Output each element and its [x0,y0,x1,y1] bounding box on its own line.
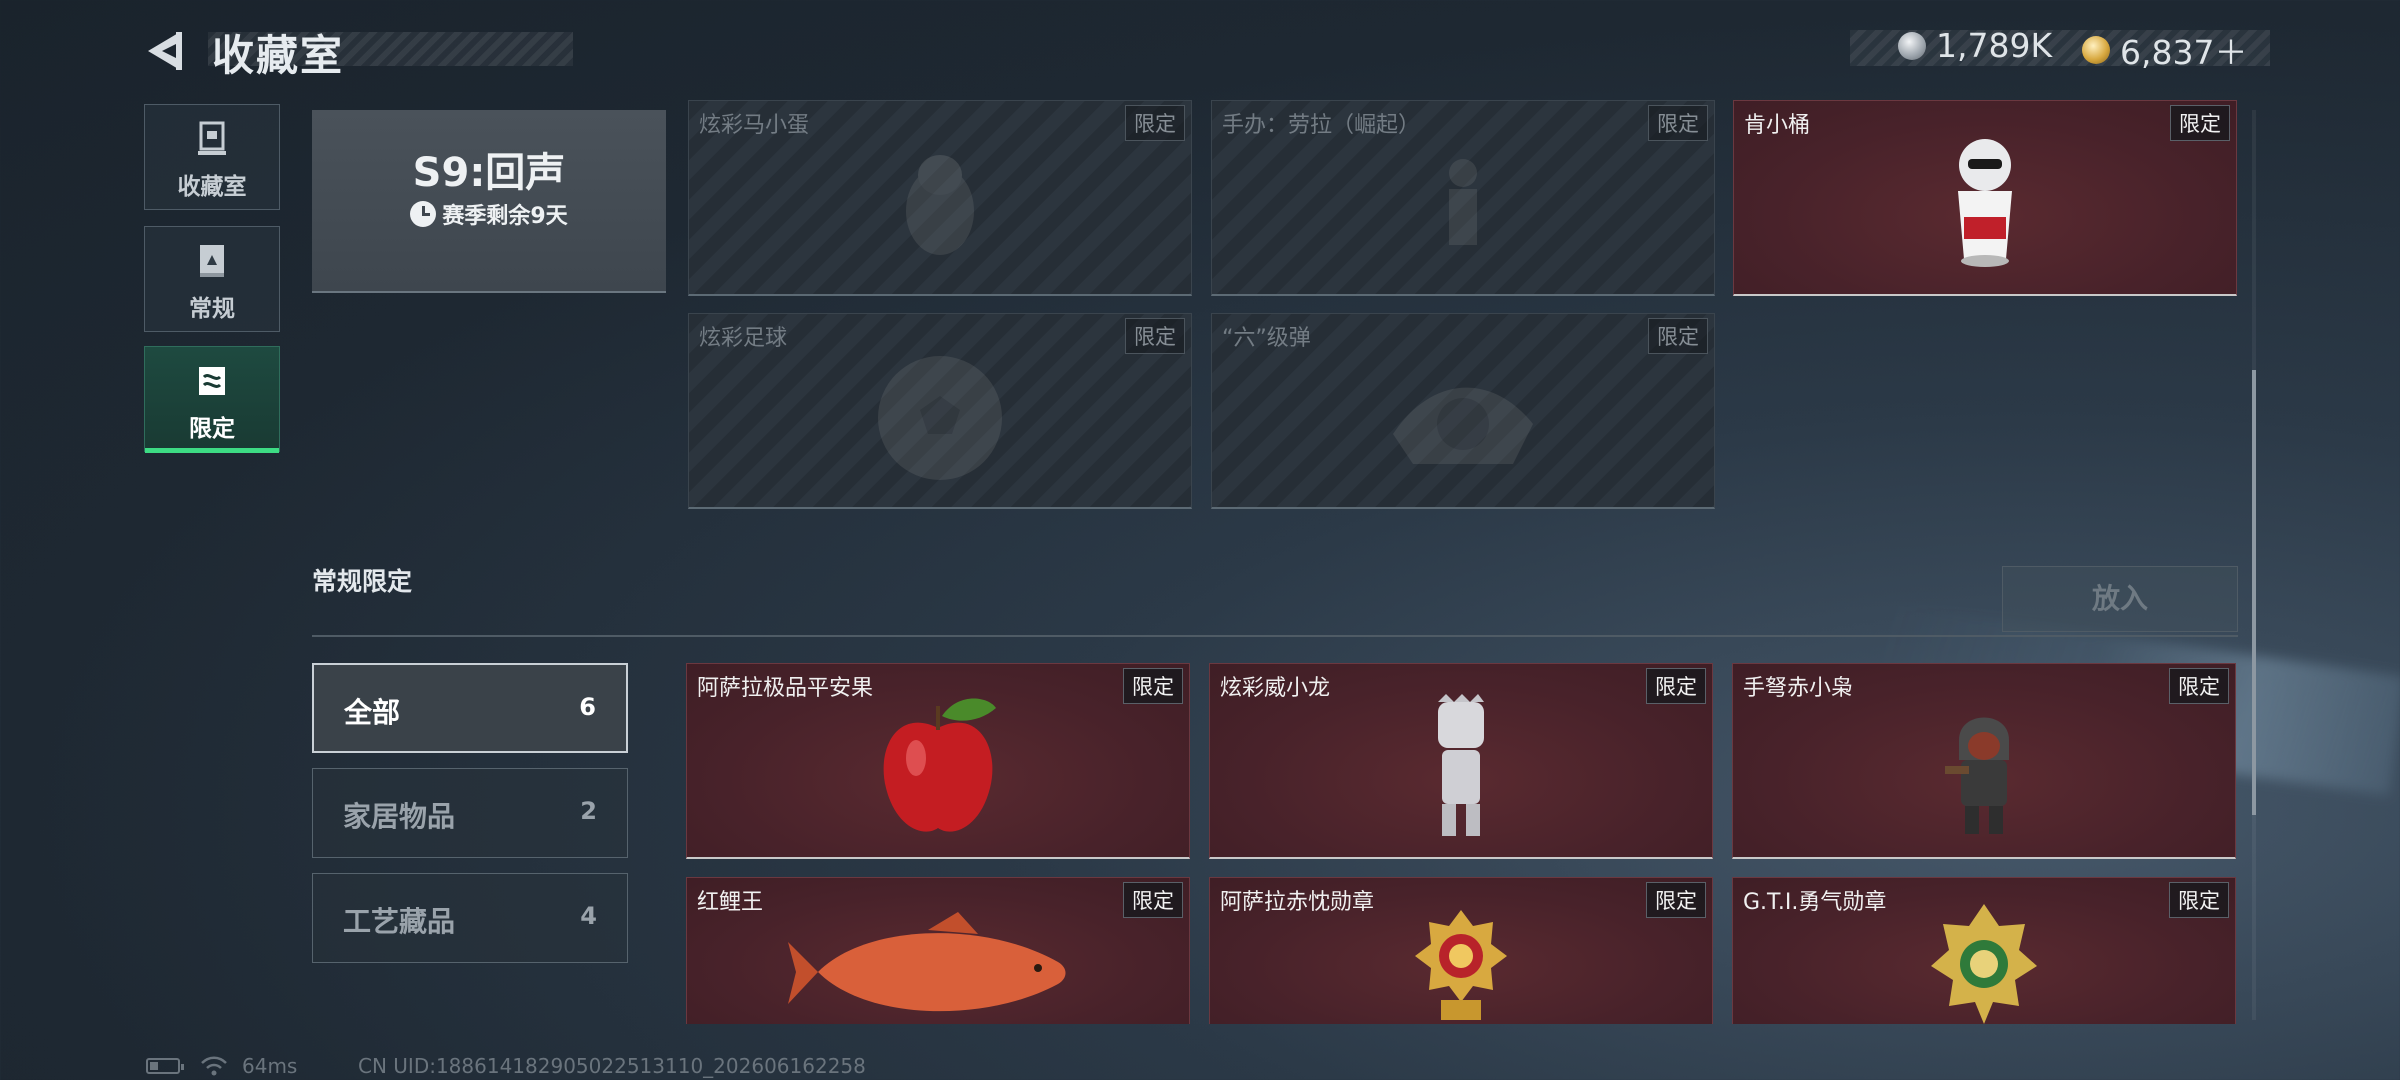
filter-all[interactable]: 全部 6 [312,663,628,753]
clock-icon [410,201,437,227]
crossbow-owl-figure-icon [1945,717,2009,834]
item-card[interactable]: 手弩赤小枭 限定 [1732,663,2236,859]
filter-label: 全部 [344,696,401,729]
koi-fish-icon [788,912,1066,1012]
season-card: S9:回声 赛季剩余9天 [312,110,666,293]
collection-card[interactable]: “六”级弹 限定 [1211,313,1715,509]
collection-card[interactable]: 肯小桶 限定 [1733,100,2237,296]
limited-badge: 限定 [2169,668,2229,704]
silver-amount: 1,789K [1936,26,2053,65]
gold-currency: 6,837＋ [2082,26,2247,74]
limited-icon [199,367,225,395]
filter-count: 2 [580,797,597,825]
back-arrow-icon[interactable] [142,28,188,74]
collection-card[interactable]: 手办：劳拉（崛起） 限定 [1211,100,1715,296]
card-name: G.T.I.勇气勋章 [1743,890,1887,915]
card-name: 肯小桶 [1744,113,1811,138]
limited-badge: 限定 [1646,882,1706,918]
filter-household[interactable]: 家居物品 2 [312,768,628,858]
soccer-ball-icon [878,356,1002,480]
silver-coin-icon [1898,31,1926,60]
card-name: 炫彩足球 [699,326,788,351]
active-indicator [145,448,279,453]
nav-item-limited[interactable]: 限定 [144,346,280,453]
scrollbar-thumb[interactable] [2252,370,2256,815]
figure-icon [1449,159,1477,245]
battery-icon [146,1058,184,1074]
nav-item-regular[interactable]: 常规 [144,226,280,332]
season-remaining-text: 赛季剩余9天 [442,204,568,229]
nav-label: 收藏室 [177,174,247,200]
filter-crafts[interactable]: 工艺藏品 4 [312,873,628,963]
grenade-emblem-icon [1393,387,1533,464]
item-card[interactable]: 阿萨拉极品平安果 限定 [686,663,1190,859]
page-title: 收藏室 [212,31,345,80]
collection-card[interactable]: 炫彩足球 限定 [688,313,1192,509]
nav-label: 常规 [189,296,235,322]
dragon-figure-icon [1438,694,1484,836]
put-in-button[interactable]: 放入 [2002,566,2238,632]
card-name: 炫彩威小龙 [1220,676,1331,701]
card-name: 手办：劳拉（崛起） [1222,113,1421,138]
card-name: 手弩赤小枭 [1743,676,1854,701]
filter-count: 6 [579,693,596,721]
limited-badge: 限定 [1123,668,1183,704]
card-name: 炫彩马小蛋 [699,113,810,138]
filter-count: 4 [580,902,597,930]
season-remaining: 赛季剩余9天 [312,198,666,230]
trophy-icon [198,121,226,155]
uid-text: CN UID:188614182905022513110_20260616225… [358,1054,866,1078]
collection-card[interactable]: 炫彩马小蛋 限定 [688,100,1192,296]
wifi-icon [201,1056,227,1076]
gold-coin-icon [2082,36,2110,64]
card-name: 阿萨拉赤忱勋章 [1220,890,1375,915]
nav-label: 限定 [189,416,235,442]
filter-label: 家居物品 [343,800,456,833]
limited-badge: 限定 [2169,882,2229,918]
limited-badge: 限定 [1125,105,1185,141]
bucket-figure-icon [1958,139,2012,267]
limited-badge: 限定 [1646,668,1706,704]
nav-item-collection[interactable]: 收藏室 [144,104,280,210]
filter-label: 工艺藏品 [343,905,456,938]
card-name: 红鲤王 [697,890,764,915]
card-name: “六”级弹 [1222,326,1311,351]
item-card[interactable]: 炫彩威小龙 限定 [1209,663,1713,859]
medal-icon [1415,910,1507,1020]
courage-medal-icon [1931,904,2037,1024]
book-icon [200,245,224,277]
limited-badge: 限定 [1648,105,1708,141]
section-divider [312,635,2238,637]
ping-value: 64ms [242,1054,298,1078]
season-title: S9:回声 [412,150,566,196]
limited-badge: 限定 [1123,882,1183,918]
card-name: 阿萨拉极品平安果 [697,676,874,701]
item-card[interactable]: G.T.I.勇气勋章 限定 [1732,877,2236,1024]
pony-figure-icon [906,155,974,255]
limited-badge: 限定 [1648,318,1708,354]
limited-badge: 限定 [1125,318,1185,354]
gold-amount[interactable]: 6,837＋ [2120,26,2247,74]
silver-currency: 1,789K [1898,26,2052,65]
apple-icon [883,698,996,832]
item-card[interactable]: 阿萨拉赤忱勋章 限定 [1209,877,1713,1024]
item-card[interactable]: 红鲤王 限定 [686,877,1190,1024]
limited-badge: 限定 [2170,105,2230,141]
section-title: 常规限定 [312,567,413,596]
